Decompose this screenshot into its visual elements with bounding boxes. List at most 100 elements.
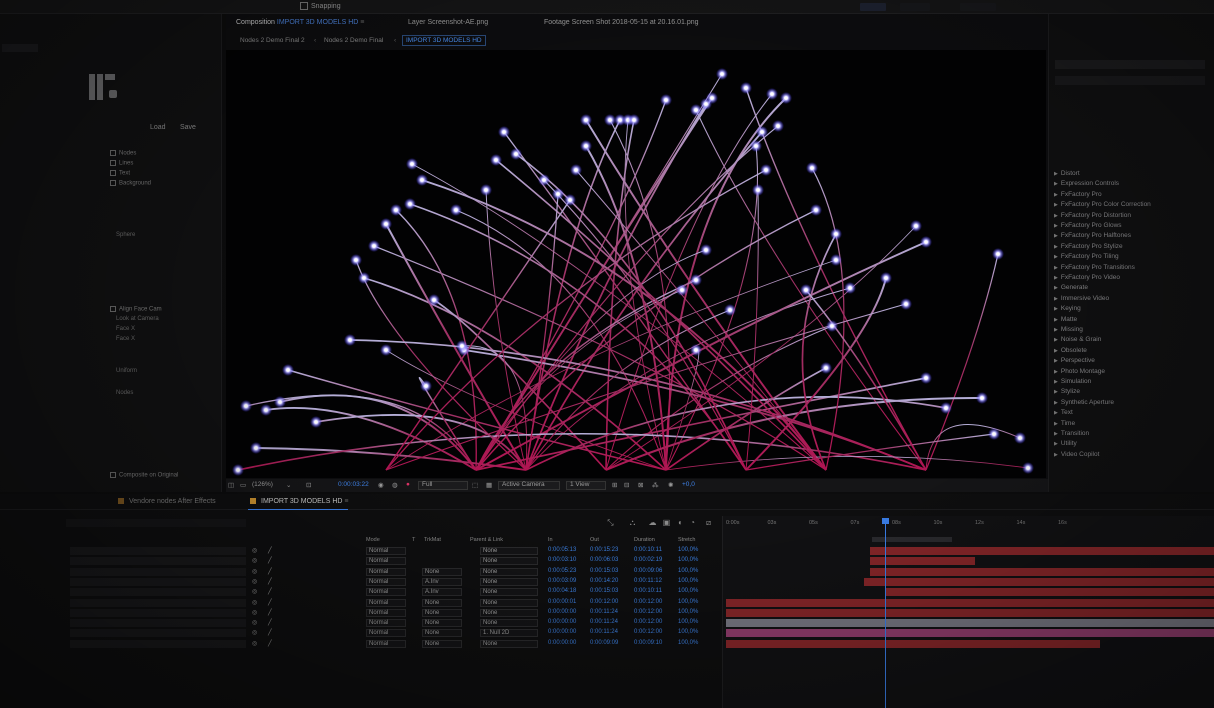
effect-category[interactable]: ▶ Generate [1054,284,1088,291]
disclosure-triangle-icon[interactable]: ▶ [1054,171,1058,177]
mode-dropdown[interactable]: Normal [366,588,406,597]
disclosure-triangle-icon[interactable]: ▶ [1054,441,1058,447]
stretch[interactable]: 100,0% [678,640,698,646]
effect-category[interactable]: ▶ Expression Controls [1054,180,1119,187]
out-point[interactable]: 0:00:11:24 [590,619,618,625]
tab-footage[interactable]: Footage Screen Shot 2018-05-15 at 20.16.… [544,19,699,26]
shy-layers-icon[interactable]: ☁ [648,518,657,527]
effect-category[interactable]: ▶ Text [1054,409,1073,416]
layer-name[interactable] [70,567,246,576]
header-trkmat[interactable]: TrkMat [424,537,441,543]
disclosure-triangle-icon[interactable]: ▶ [1054,400,1058,406]
table-row[interactable]: ◎ ╱ Normal A.Inv None 0:00:03:09 0:00:14:20 0:0… [0,577,722,587]
stretch[interactable]: 100,0% [678,588,698,594]
disclosure-triangle-icon[interactable]: ▶ [1054,285,1058,291]
save-button[interactable]: Save [180,124,196,131]
in-point[interactable]: 0:00:00:00 [548,640,576,646]
trkmat-dropdown[interactable]: None [422,608,462,617]
layer-duration-bar[interactable] [726,639,1100,648]
mode-dropdown[interactable]: Normal [366,577,406,586]
disclosure-triangle-icon[interactable]: ▶ [1054,244,1058,250]
mode-dropdown[interactable]: Normal [366,619,406,628]
shy-icon[interactable]: ◎ [252,588,257,595]
layer-name[interactable] [70,557,246,566]
quality-icon[interactable]: ╱ [268,588,272,595]
zoom-label[interactable]: (126%) [252,481,273,488]
shy-icon[interactable]: ◎ [252,629,257,636]
duration[interactable]: 0:00:09:06 [634,568,662,574]
disclosure-triangle-icon[interactable]: ▶ [1054,379,1058,385]
effect-category[interactable]: ▶ Perspective [1054,357,1095,364]
always-preview-icon[interactable]: ◫ [228,481,234,489]
table-row[interactable]: ◎ ╱ Normal None 0:00:03:10 0:00:06:03 0:00:02:… [0,556,722,566]
disclosure-triangle-icon[interactable]: ▶ [1054,275,1058,281]
layer-name[interactable] [70,547,246,555]
header-mode[interactable]: Mode [366,537,380,543]
toggle-pixel-icon[interactable]: ⊞ [612,481,617,489]
region-icon[interactable]: ⬚ [472,481,478,489]
playhead-line[interactable] [885,518,886,708]
mode-dropdown[interactable]: Normal [366,567,406,576]
panel-tab[interactable] [2,44,38,52]
header-t[interactable]: T [412,537,415,543]
timeline-icon[interactable]: ⊠ [638,481,643,489]
time-ruler[interactable]: 0:00s 03s 05s 07s 08s 10s 12s 14s 16s [722,518,1214,542]
parent-dropdown[interactable]: None [480,577,538,586]
shape-dropdown[interactable]: Sphere [116,232,135,238]
disclosure-triangle-icon[interactable]: ▶ [1054,327,1058,333]
snapping-checkbox[interactable] [300,2,308,10]
work-area-bar[interactable] [872,537,952,542]
monitor-icon[interactable]: ▭ [240,481,246,489]
stretch[interactable]: 100,0% [678,578,698,584]
tab-composition[interactable]: Composition IMPORT 3D MODELS HD ≡ [236,19,364,26]
quality-icon[interactable]: ╱ [268,629,272,636]
disclosure-triangle-icon[interactable]: ▶ [1054,265,1058,271]
preset-row[interactable] [1055,76,1205,85]
trkmat-dropdown[interactable]: None [422,598,462,607]
disclosure-triangle-icon[interactable]: ▶ [1054,452,1058,458]
shy-icon[interactable]: ◎ [252,578,257,585]
shy-icon[interactable]: ◎ [252,599,257,606]
shy-icon[interactable]: ◎ [252,557,257,564]
header-stretch[interactable]: Stretch [678,537,695,543]
effect-category[interactable]: ▶ Immersive Video [1054,295,1109,302]
breadcrumb-item-active[interactable]: IMPORT 3D MODELS HD [402,35,486,46]
nodes-checkbox[interactable]: Nodes [110,150,136,157]
disclosure-triangle-icon[interactable]: ▶ [1054,358,1058,364]
shy-icon[interactable]: ◎ [252,547,257,554]
layer-duration-bar[interactable] [726,619,1214,628]
layer-duration-bar[interactable] [726,629,1214,638]
mode-dropdown[interactable]: Normal [366,598,406,607]
parent-dropdown[interactable]: 1. Null 2D [480,629,538,638]
parent-dropdown[interactable]: None [480,639,538,648]
effect-category[interactable]: ▶ FxFactory Pro Halftones [1054,232,1131,239]
effect-category[interactable]: ▶ FxFactory Pro Glows [1054,222,1122,229]
effect-category[interactable]: ▶ FxFactory Pro Tiling [1054,253,1119,260]
disclosure-triangle-icon[interactable]: ▶ [1054,431,1058,437]
header-parent[interactable]: Parent & Link [470,537,503,543]
table-row[interactable]: ◎ ╱ Normal None None 0:00:00:00 0:00:11:24 0:00… [0,608,722,618]
duration[interactable]: 0:00:12:00 [634,609,662,615]
comp-flowchart-icon[interactable]: ⤡ [606,518,615,527]
trkmat-dropdown[interactable]: A.Inv [422,588,462,597]
trkmat-dropdown[interactable]: None [422,629,462,638]
text-checkbox[interactable]: Text [110,170,130,177]
stretch[interactable]: 100,0% [678,557,698,563]
quality-icon[interactable]: ╱ [268,599,272,606]
in-point[interactable]: 0:00:03:10 [548,557,576,563]
table-row[interactable]: ◎ ╱ Normal None None 0:00:00:01 0:00:12:00 0:00… [0,598,722,608]
out-point[interactable]: 0:00:12:00 [590,599,618,605]
disclosure-triangle-icon[interactable]: ▶ [1054,192,1058,198]
disclosure-triangle-icon[interactable]: ▶ [1054,254,1058,260]
effect-category[interactable]: ▶ FxFactory Pro Distortion [1054,212,1131,219]
disclosure-triangle-icon[interactable]: ▶ [1054,337,1058,343]
show-snapshot-icon[interactable]: ◍ [392,481,398,489]
search-input[interactable] [1055,60,1205,69]
trkmat-dropdown[interactable]: None [422,639,462,648]
effect-category[interactable]: ▶ FxFactory Pro [1054,191,1102,198]
layer-duration-bar[interactable] [870,567,1214,576]
background-checkbox[interactable]: Background [110,180,151,187]
effect-category[interactable]: ▶ Noise & Grain [1054,336,1101,343]
color-channel-icon[interactable]: ● [406,481,410,488]
parent-dropdown[interactable]: None [480,557,538,566]
